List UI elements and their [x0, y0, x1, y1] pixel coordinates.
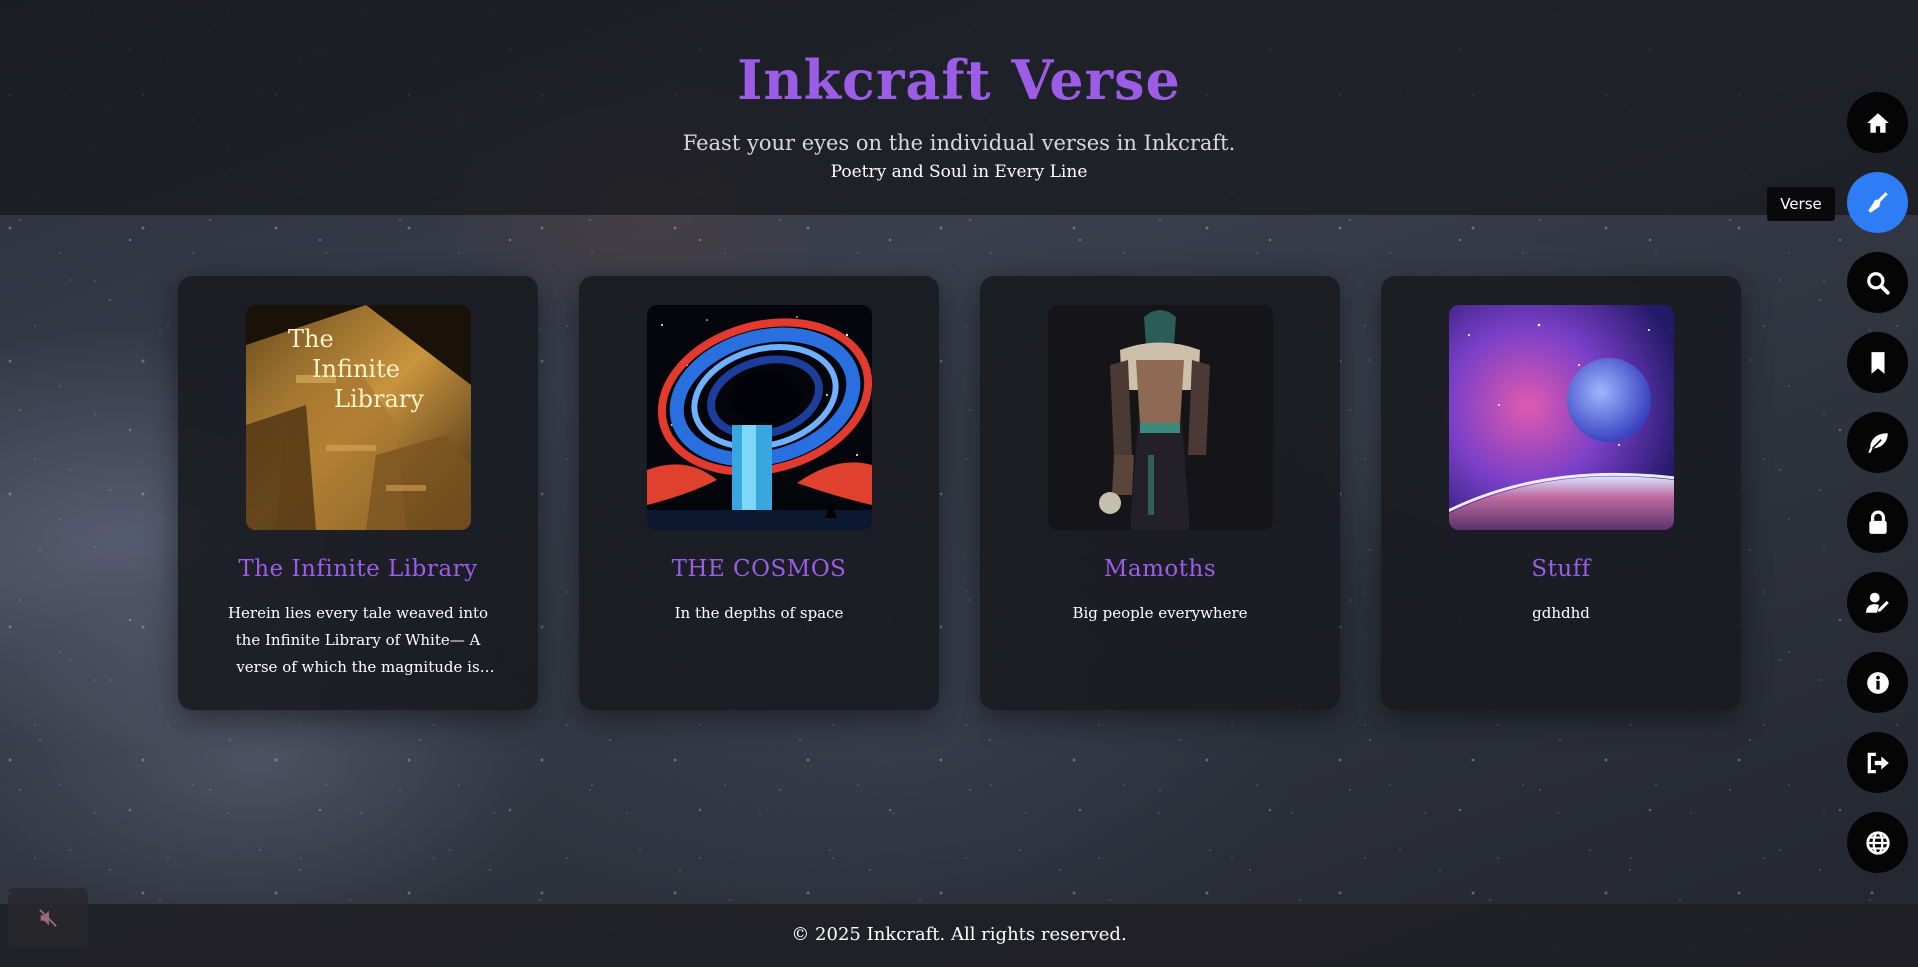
verse-card-title[interactable]: Mamoths [990, 556, 1330, 582]
verse-card-image[interactable]: The Infinite Library [246, 305, 471, 530]
feather-icon [1867, 432, 1888, 453]
info-icon [1866, 671, 1889, 694]
page-tagline: Feast your eyes on the individual verses… [682, 131, 1236, 155]
page-footer: © 2025 Inkcraft. All rights reserved. [0, 904, 1918, 967]
mute-toggle-button[interactable] [8, 888, 88, 948]
pen-nib-icon [1867, 191, 1888, 213]
speaker-muted-icon [39, 909, 57, 927]
user-edit-icon [1865, 592, 1889, 613]
verse-card-image[interactable] [1449, 305, 1674, 530]
svg-text:Infinite: Infinite [312, 355, 400, 383]
page-subtagline: Poetry and Soul in Every Line [830, 162, 1088, 182]
verse-card-stuff[interactable]: Stuff gdhdhd [1381, 276, 1741, 710]
nav-home-button[interactable] [1847, 92, 1908, 153]
verse-card-title[interactable]: The Infinite Library [188, 556, 528, 582]
svg-text:The: The [288, 325, 334, 353]
verse-card-description: Big people everywhere [1072, 604, 1248, 622]
nav-tooltip: Verse [1767, 187, 1835, 221]
home-icon [1866, 112, 1889, 133]
nav-info-button[interactable] [1847, 652, 1908, 713]
nav-lock-button[interactable] [1847, 492, 1908, 553]
search-icon [1866, 271, 1890, 295]
nav-search-button[interactable] [1847, 252, 1908, 313]
globe-icon [1865, 830, 1890, 855]
nav-feather-button[interactable] [1847, 412, 1908, 473]
verse-card-description: gdhdhd [1532, 604, 1590, 622]
verse-card-mamoths[interactable]: Mamoths Big people everywhere [980, 276, 1340, 710]
svg-text:Library: Library [334, 385, 424, 413]
sign-out-icon [1867, 752, 1889, 773]
verse-card-description: Herein lies every tale weaved into the I… [227, 604, 489, 676]
verse-card-image[interactable] [1048, 305, 1273, 530]
bookmark-icon [1871, 351, 1884, 374]
verse-card-cosmos[interactable]: THE COSMOS In the depths of space [579, 276, 939, 710]
verse-card-infinite-library[interactable]: The Infinite Library The Infinite Librar… [178, 276, 538, 710]
verse-card-title[interactable]: Stuff [1391, 556, 1731, 582]
verse-card-image[interactable] [647, 305, 872, 530]
nav-language-button[interactable] [1847, 812, 1908, 873]
page-header: Inkcraft Verse Feast your eyes on the in… [0, 0, 1918, 215]
nav-logout-button[interactable] [1847, 732, 1908, 793]
copyright-text: © 2025 Inkcraft. All rights reserved. [791, 924, 1127, 945]
nav-verse-button[interactable] [1847, 172, 1908, 233]
nav-bookmark-button[interactable] [1847, 332, 1908, 393]
verse-card-title[interactable]: THE COSMOS [589, 556, 929, 582]
nav-edit-profile-button[interactable] [1847, 572, 1908, 633]
lock-icon [1868, 510, 1887, 534]
page-title: Inkcraft Verse [737, 48, 1181, 112]
verse-card-description: In the depths of space [674, 604, 844, 622]
